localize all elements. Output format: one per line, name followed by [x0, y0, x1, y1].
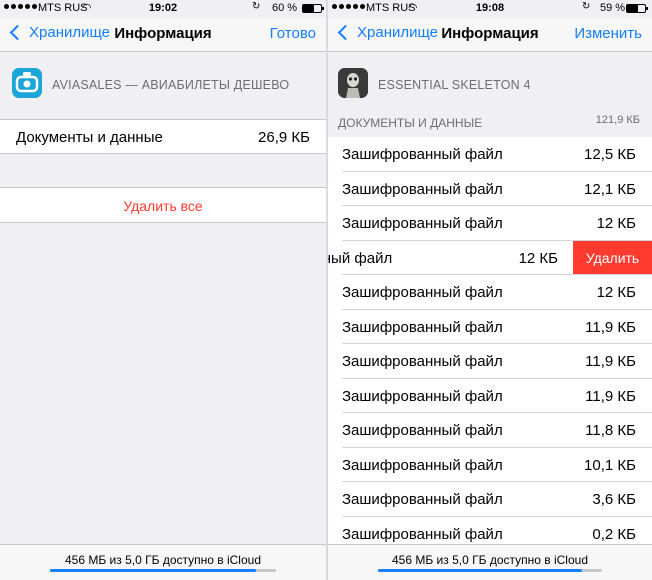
storage-fill	[378, 569, 582, 572]
file-size: 12 КБ	[596, 215, 636, 232]
file-name: Зашифрованный файл	[342, 456, 503, 474]
chevron-left-icon	[337, 24, 354, 41]
battery-percent: 59 %	[600, 2, 626, 14]
file-row[interactable]: Зашифрованный файл 11,9 КБ	[328, 344, 652, 379]
file-name: Зашифрованный файл	[342, 215, 503, 232]
storage-text: 456 МБ из 5,0 ГБ доступно в iCloud	[65, 553, 261, 567]
storage-track	[378, 569, 602, 572]
status-bar: MTS RUS ◠ 19:02 ↻ 60 %	[0, 0, 326, 18]
file-name: Зашифрованный файл	[342, 387, 503, 405]
file-name: ованный файл	[328, 249, 393, 267]
file-size: 11,9 КБ	[585, 318, 636, 336]
skeleton-app-icon	[338, 68, 368, 98]
delete-all-button[interactable]: Удалить все	[0, 187, 326, 223]
status-bar: MTS RUS ◠ 19:08 ↻ 59 %	[328, 0, 652, 18]
battery-icon	[302, 4, 324, 13]
file-row[interactable]: Зашифрованный файл 11,9 КБ	[328, 309, 652, 344]
file-row[interactable]: Зашифрованный файл 3,6 КБ	[328, 482, 652, 517]
app-name: AVIASALES — АВИАБИЛЕТЫ ДЕШЕВО	[52, 78, 290, 92]
file-size: 11,9 КБ	[585, 387, 636, 405]
file-size: 3,6 КБ	[592, 491, 636, 508]
file-name: Зашифрованный файл	[342, 422, 503, 439]
file-name: Зашифрованный файл	[342, 525, 503, 543]
file-name: Зашифрованный файл	[342, 491, 503, 508]
back-button[interactable]: Хранилище	[336, 24, 438, 41]
file-name: Зашифрованный файл	[342, 318, 503, 336]
battery-level	[303, 5, 314, 12]
file-size: 11,9 КБ	[585, 353, 636, 370]
file-size: 12,5 КБ	[584, 146, 636, 163]
navigation-bar: Хранилище Информация Готово	[0, 18, 326, 52]
file-name: Зашифрованный файл	[342, 146, 503, 163]
storage-track	[50, 569, 276, 572]
storage-fill	[50, 569, 256, 572]
documents-size: 26,9 КБ	[258, 129, 310, 146]
file-row[interactable]: Зашифрованный файл 10,1 КБ	[328, 447, 652, 482]
section-header: ДОКУМЕНТЫ И ДАННЫЕ 121,9 КБ	[338, 114, 640, 130]
storage-bar: 456 МБ из 5,0 ГБ доступно в iCloud	[328, 544, 652, 580]
battery-percent: 60 %	[272, 2, 298, 14]
file-size: 12 КБ	[518, 249, 558, 267]
battery-icon	[626, 4, 648, 13]
file-row[interactable]: Зашифрованный файл 12 КБ	[328, 206, 652, 241]
section-total-size: 121,9 КБ	[595, 114, 640, 126]
file-size: 11,8 КБ	[585, 422, 636, 439]
back-button[interactable]: Хранилище	[8, 24, 110, 41]
done-button[interactable]: Готово	[270, 25, 316, 42]
file-size: 12,1 КБ	[584, 180, 636, 198]
file-size: 12 КБ	[596, 284, 636, 301]
orientation-lock-icon: ↻	[582, 1, 591, 12]
documents-label: Документы и данные	[16, 129, 163, 146]
file-name: Зашифрованный файл	[342, 180, 503, 198]
storage-text: 456 МБ из 5,0 ГБ доступно в iCloud	[392, 553, 588, 567]
swipe-delete-button[interactable]: Удалить	[573, 240, 652, 275]
file-row[interactable]: Зашифрованный файл 12,1 КБ	[328, 171, 652, 206]
app-name: ESSENTIAL SKELETON 4	[378, 78, 531, 92]
section-title: ДОКУМЕНТЫ И ДАННЫЕ	[338, 116, 483, 130]
file-row[interactable]: Зашифрованный файл 12 КБ	[328, 275, 652, 310]
chevron-left-icon	[9, 24, 26, 41]
navigation-bar: Хранилище Информация Изменить	[328, 18, 652, 52]
back-button-label: Хранилище	[357, 24, 438, 41]
documents-and-data-row: Документы и данные 26,9 КБ	[0, 119, 326, 154]
back-button-label: Хранилище	[29, 24, 110, 41]
file-row[interactable]: ованный файл 12 КБ Удалить	[328, 240, 652, 275]
file-row[interactable]: Зашифрованный файл 11,8 КБ	[328, 413, 652, 448]
file-row[interactable]: Зашифрованный файл 11,9 КБ	[328, 378, 652, 413]
file-row[interactable]: Зашифрованный файл 12,5 КБ	[328, 137, 652, 172]
edit-button[interactable]: Изменить	[574, 25, 642, 42]
aviasales-app-icon	[12, 68, 42, 98]
orientation-lock-icon: ↻	[252, 1, 261, 12]
right-screen: MTS RUS ◠ 19:08 ↻ 59 % Хранилище Информа…	[328, 0, 652, 580]
storage-bar: 456 МБ из 5,0 ГБ доступно в iCloud	[0, 544, 326, 580]
file-name: Зашифрованный файл	[342, 284, 503, 301]
file-size: 0,2 КБ	[592, 525, 636, 543]
left-screen: MTS RUS ◠ 19:02 ↻ 60 % Хранилище Информа…	[0, 0, 326, 580]
file-size: 10,1 КБ	[584, 456, 636, 474]
battery-level	[627, 5, 638, 12]
file-name: Зашифрованный файл	[342, 353, 503, 370]
